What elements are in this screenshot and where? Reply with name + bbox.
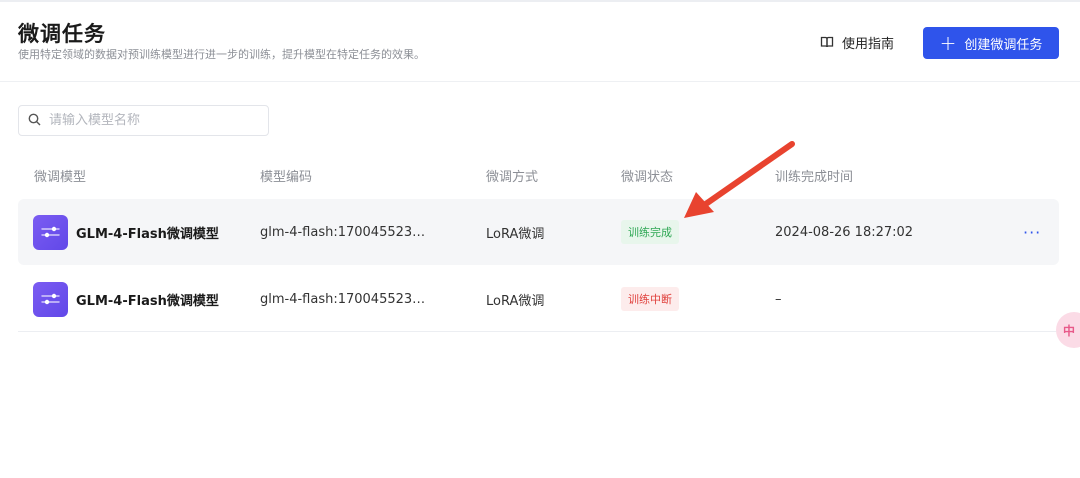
- create-button-label: 创建微调任务: [964, 37, 1043, 53]
- finetune-method: LoRA微调: [486, 293, 545, 309]
- model-search-input[interactable]: [49, 113, 249, 128]
- table-row[interactable]: GLM-4-Flash微调模型 glm-4-flash:170045523… L…: [18, 199, 1059, 265]
- table-header: 微调模型 模型编码 微调方式 微调状态 训练完成时间: [18, 160, 1059, 190]
- more-actions-button[interactable]: ···: [1023, 199, 1041, 265]
- page-title: 微调任务: [18, 22, 106, 46]
- search-icon: [28, 111, 41, 130]
- status-cell: 训练完成: [621, 199, 679, 265]
- finetune-method: LoRA微调: [486, 226, 545, 242]
- plus-icon: +: [939, 31, 957, 55]
- status-cell: 训练中断: [621, 266, 679, 332]
- sliders-icon: [33, 214, 68, 250]
- column-header-status: 微调状态: [621, 170, 674, 185]
- floating-chip-label: 中: [1063, 323, 1076, 338]
- model-code: glm-4-flash:170045523…: [260, 224, 426, 240]
- sliders-icon: [33, 281, 68, 317]
- model-cell: GLM-4-Flash微调模型: [33, 199, 219, 265]
- book-icon: [820, 35, 834, 49]
- column-header-method: 微调方式: [486, 170, 539, 185]
- completion-time: –: [775, 291, 782, 307]
- model-code: glm-4-flash:170045523…: [260, 291, 426, 307]
- guide-label: 使用指南: [842, 36, 895, 52]
- status-badge: 训练中断: [621, 287, 679, 311]
- annotation-arrow: [684, 141, 795, 218]
- model-cell: GLM-4-Flash微调模型: [33, 266, 219, 332]
- table-row[interactable]: GLM-4-Flash微调模型 glm-4-flash:170045523… L…: [18, 266, 1059, 332]
- model-name[interactable]: GLM-4-Flash微调模型: [76, 223, 219, 242]
- floating-assistant-chip[interactable]: 中: [1056, 312, 1080, 348]
- more-horizontal-icon: ···: [1023, 222, 1042, 242]
- search-box: [18, 105, 269, 136]
- status-badge: 训练完成: [621, 220, 679, 244]
- page-header: 微调任务 使用特定领域的数据对预训练模型进行进一步的训练，提升模型在特定任务的效…: [0, 2, 1080, 82]
- column-header-code: 模型编码: [260, 170, 313, 185]
- column-header-model: 微调模型: [34, 170, 87, 185]
- guide-link[interactable]: 使用指南: [820, 31, 894, 53]
- page-subtitle: 使用特定领域的数据对预训练模型进行进一步的训练，提升模型在特定任务的效果。: [18, 48, 425, 61]
- model-name[interactable]: GLM-4-Flash微调模型: [76, 290, 219, 309]
- create-finetune-button[interactable]: + 创建微调任务: [923, 27, 1059, 59]
